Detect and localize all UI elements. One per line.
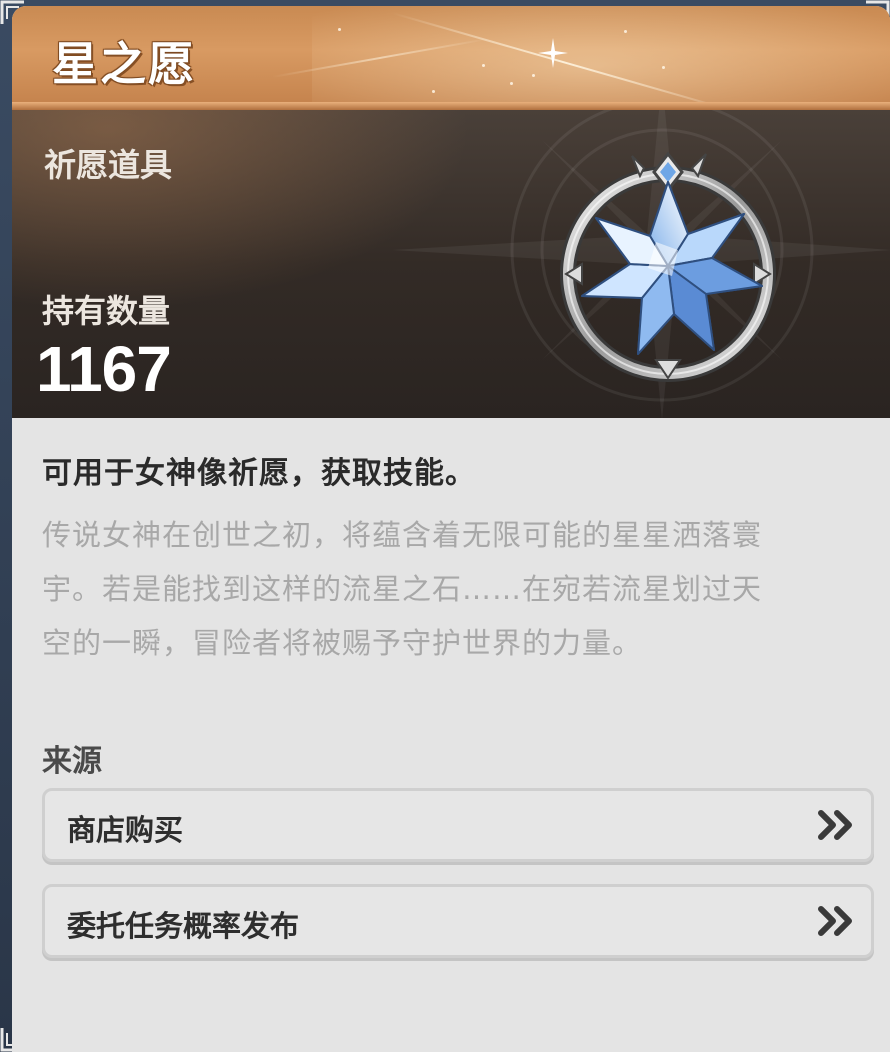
- item-lore-text: 传说女神在创世之初，将蕴含着无限可能的星星洒落寰 宇。若是能找到这样的流星之石……: [42, 508, 882, 670]
- star-dot: [662, 66, 665, 69]
- source-label: 商店购买: [67, 813, 184, 847]
- source-label: 委托任务概率发布: [67, 909, 300, 943]
- source-commission-button[interactable]: 委托任务概率发布: [42, 884, 874, 958]
- hold-count-label: 持有数量: [42, 292, 171, 330]
- star-dot: [482, 64, 485, 67]
- double-chevron-right-icon: [818, 906, 852, 936]
- hold-count-value: 1167: [36, 333, 172, 405]
- star-dot: [532, 74, 535, 77]
- item-effect-text: 可用于女神像祈愿，获取技能。: [42, 456, 476, 491]
- item-category: 祈愿道具: [44, 146, 173, 184]
- sparkle-icon: [538, 38, 568, 68]
- item-title: 星之愿: [52, 37, 196, 91]
- lore-line: 空的一瞬，冒险者将被赐予守护世界的力量。: [42, 626, 643, 660]
- star-crystal-icon: [560, 151, 776, 382]
- star-dot: [624, 30, 627, 33]
- banner-edge: [12, 102, 890, 110]
- star-dot: [432, 90, 435, 93]
- star-dot: [510, 82, 513, 85]
- window-frame: 星之愿 祈愿道具 持有数量 1167 可用于女神像祈愿，获取技能。 传说女神在创…: [0, 0, 890, 1052]
- source-heading: 来源: [42, 744, 102, 779]
- item-info-section: 祈愿道具 持有数量 1167: [12, 110, 890, 418]
- star-dot: [338, 28, 341, 31]
- item-detail-panel: 星之愿 祈愿道具 持有数量 1167 可用于女神像祈愿，获取技能。 传说女神在创…: [12, 6, 890, 1052]
- lore-line: 宇。若是能找到这样的流星之石……在宛若流星划过天: [42, 572, 763, 606]
- double-chevron-right-icon: [818, 810, 852, 840]
- lore-line: 传说女神在创世之初，将蕴含着无限可能的星星洒落寰: [42, 518, 763, 552]
- source-shop-button[interactable]: 商店购买: [42, 788, 874, 862]
- title-banner: 星之愿: [12, 6, 890, 104]
